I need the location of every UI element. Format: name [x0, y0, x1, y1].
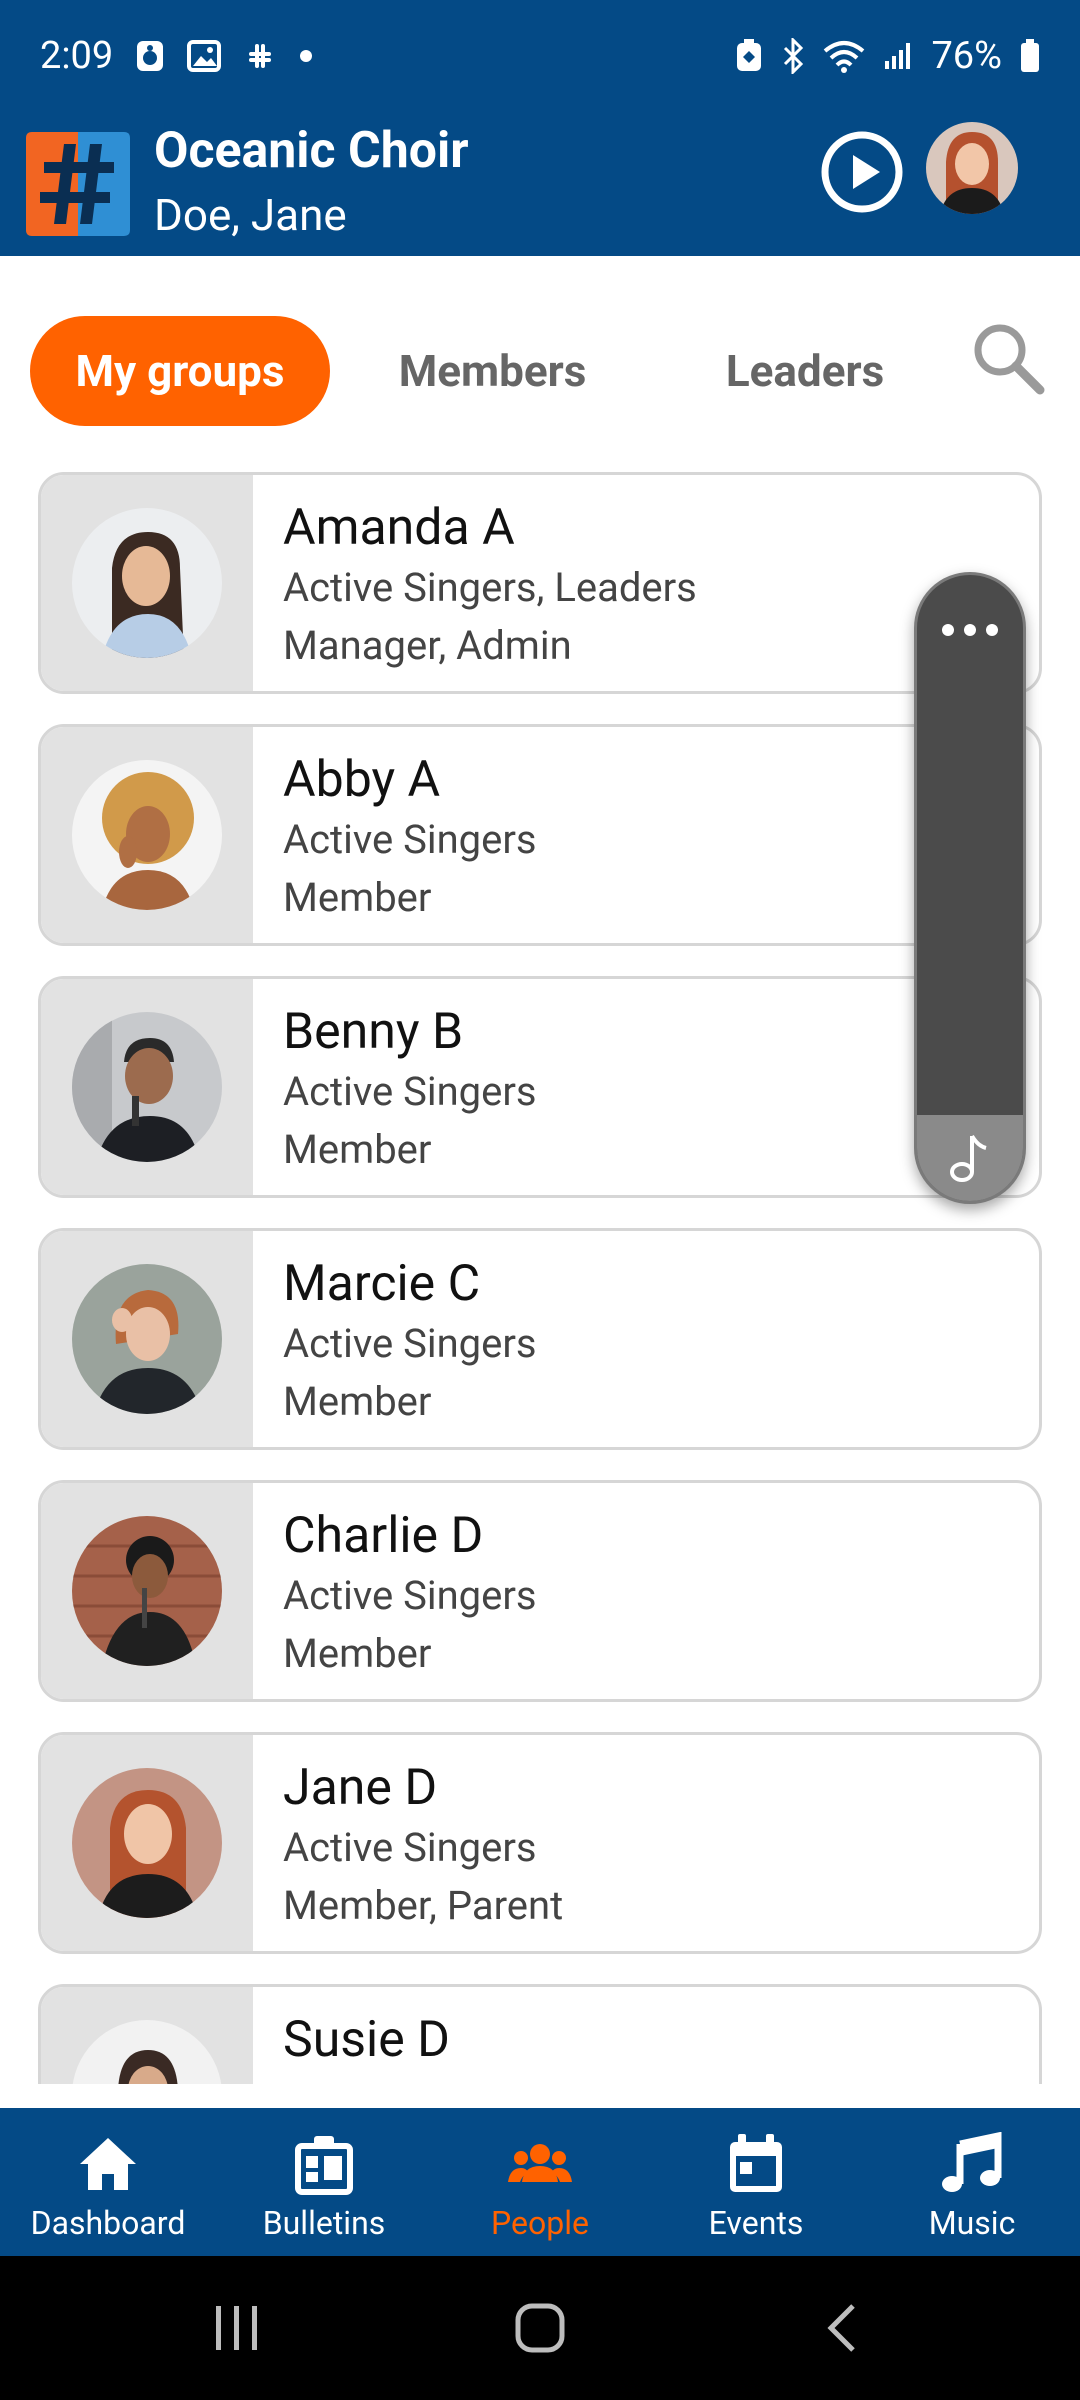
nav-dashboard[interactable]: Dashboard	[0, 2108, 216, 2256]
status-bar: 2:09 76%	[0, 0, 1080, 112]
recent-apps-icon[interactable]	[202, 2296, 272, 2360]
home-button-icon[interactable]	[505, 2296, 575, 2360]
member-roles: Member	[283, 1630, 432, 1677]
people-icon	[508, 2144, 572, 2182]
member-card[interactable]: Charlie D Active Singers Member	[38, 1480, 1042, 1702]
search-icon[interactable]	[970, 320, 1046, 396]
member-name: Benny B	[283, 1003, 464, 1061]
tab-my-groups[interactable]: My groups	[30, 316, 330, 426]
member-card[interactable]: Benny B Active Singers Member	[38, 976, 1042, 1198]
member-card[interactable]: Abby A Active Singers Member	[38, 724, 1042, 946]
member-groups: Active Singers, Leaders	[283, 564, 697, 611]
nav-bulletins[interactable]: Bulletins	[216, 2108, 432, 2256]
member-groups: Active Singers	[283, 816, 537, 863]
member-card[interactable]: Susie D	[38, 1984, 1042, 2084]
battery-percent: 76%	[931, 34, 1002, 78]
nav-label: Music	[928, 2204, 1016, 2242]
member-list: Amanda A Active Singers, Leaders Manager…	[38, 472, 1042, 2084]
calendar-icon	[730, 2134, 782, 2192]
member-groups: Active Singers	[283, 1572, 537, 1619]
member-name: Abby A	[283, 751, 441, 809]
nav-label: Bulletins	[262, 2204, 386, 2242]
status-time: 2:09	[40, 34, 114, 78]
people-tabs: My groups Members Leaders	[0, 316, 1080, 426]
bottom-nav: Dashboard Bulletins People Events Music	[0, 2108, 1080, 2256]
nav-music[interactable]: Music	[864, 2108, 1080, 2256]
choir-name: Oceanic Choir	[154, 122, 469, 180]
battery-icon	[1020, 39, 1040, 73]
signal-icon	[883, 41, 913, 71]
profile-avatar[interactable]	[926, 122, 1018, 214]
user-name: Doe, Jane	[154, 189, 347, 241]
tab-leaders[interactable]: Leaders	[670, 316, 940, 426]
home-icon	[80, 2138, 136, 2190]
member-name: Amanda A	[283, 499, 515, 557]
notification-dot-icon	[299, 49, 313, 63]
member-avatar	[72, 508, 222, 658]
nav-label: Dashboard	[30, 2204, 186, 2242]
member-name: Susie D	[283, 2011, 450, 2069]
bulletin-board-icon	[295, 2136, 353, 2195]
wifi-icon	[823, 39, 865, 73]
floating-music-panel[interactable]	[914, 572, 1026, 1204]
app-logo[interactable]	[26, 132, 130, 236]
member-avatar	[72, 760, 222, 910]
member-card[interactable]: Amanda A Active Singers, Leaders Manager…	[38, 472, 1042, 694]
music-note-icon	[942, 2132, 1002, 2192]
member-groups: Active Singers	[283, 1320, 537, 1367]
member-name: Charlie D	[283, 1507, 484, 1565]
member-avatar	[72, 1012, 222, 1162]
member-avatar	[72, 1768, 222, 1918]
member-groups: Active Singers	[283, 1824, 537, 1871]
member-roles: Member	[283, 1378, 432, 1425]
alarm-icon	[135, 39, 165, 73]
gallery-icon	[187, 40, 222, 72]
bluetooth-icon	[781, 38, 805, 74]
nav-events[interactable]: Events	[648, 2108, 864, 2256]
member-roles: Member	[283, 1126, 432, 1173]
member-roles: Member, Parent	[283, 1882, 564, 1929]
member-avatar	[72, 1264, 222, 1414]
member-card[interactable]: Jane D Active Singers Member, Parent	[38, 1732, 1042, 1954]
nav-people[interactable]: People	[432, 2108, 648, 2256]
system-nav-bar	[0, 2256, 1080, 2400]
back-icon[interactable]	[808, 2296, 878, 2360]
music-note-icon[interactable]	[917, 1115, 1023, 1201]
member-roles: Member	[283, 874, 432, 921]
member-name: Jane D	[283, 1759, 438, 1817]
nav-label: Events	[708, 2204, 804, 2242]
app-header: Oceanic Choir Doe, Jane	[0, 112, 1080, 256]
member-avatar	[72, 1516, 222, 1666]
battery-saver-icon	[735, 39, 763, 73]
member-name: Marcie C	[283, 1255, 481, 1313]
nav-label: People	[491, 2204, 589, 2242]
slack-icon	[243, 39, 277, 73]
member-avatar	[72, 2020, 222, 2084]
more-options-icon[interactable]	[917, 605, 1023, 655]
member-card[interactable]: Marcie C Active Singers Member	[38, 1228, 1042, 1450]
member-roles: Manager, Admin	[283, 622, 572, 669]
tab-members[interactable]: Members	[360, 316, 625, 426]
play-icon[interactable]	[820, 130, 904, 214]
member-groups: Active Singers	[283, 1068, 537, 1115]
